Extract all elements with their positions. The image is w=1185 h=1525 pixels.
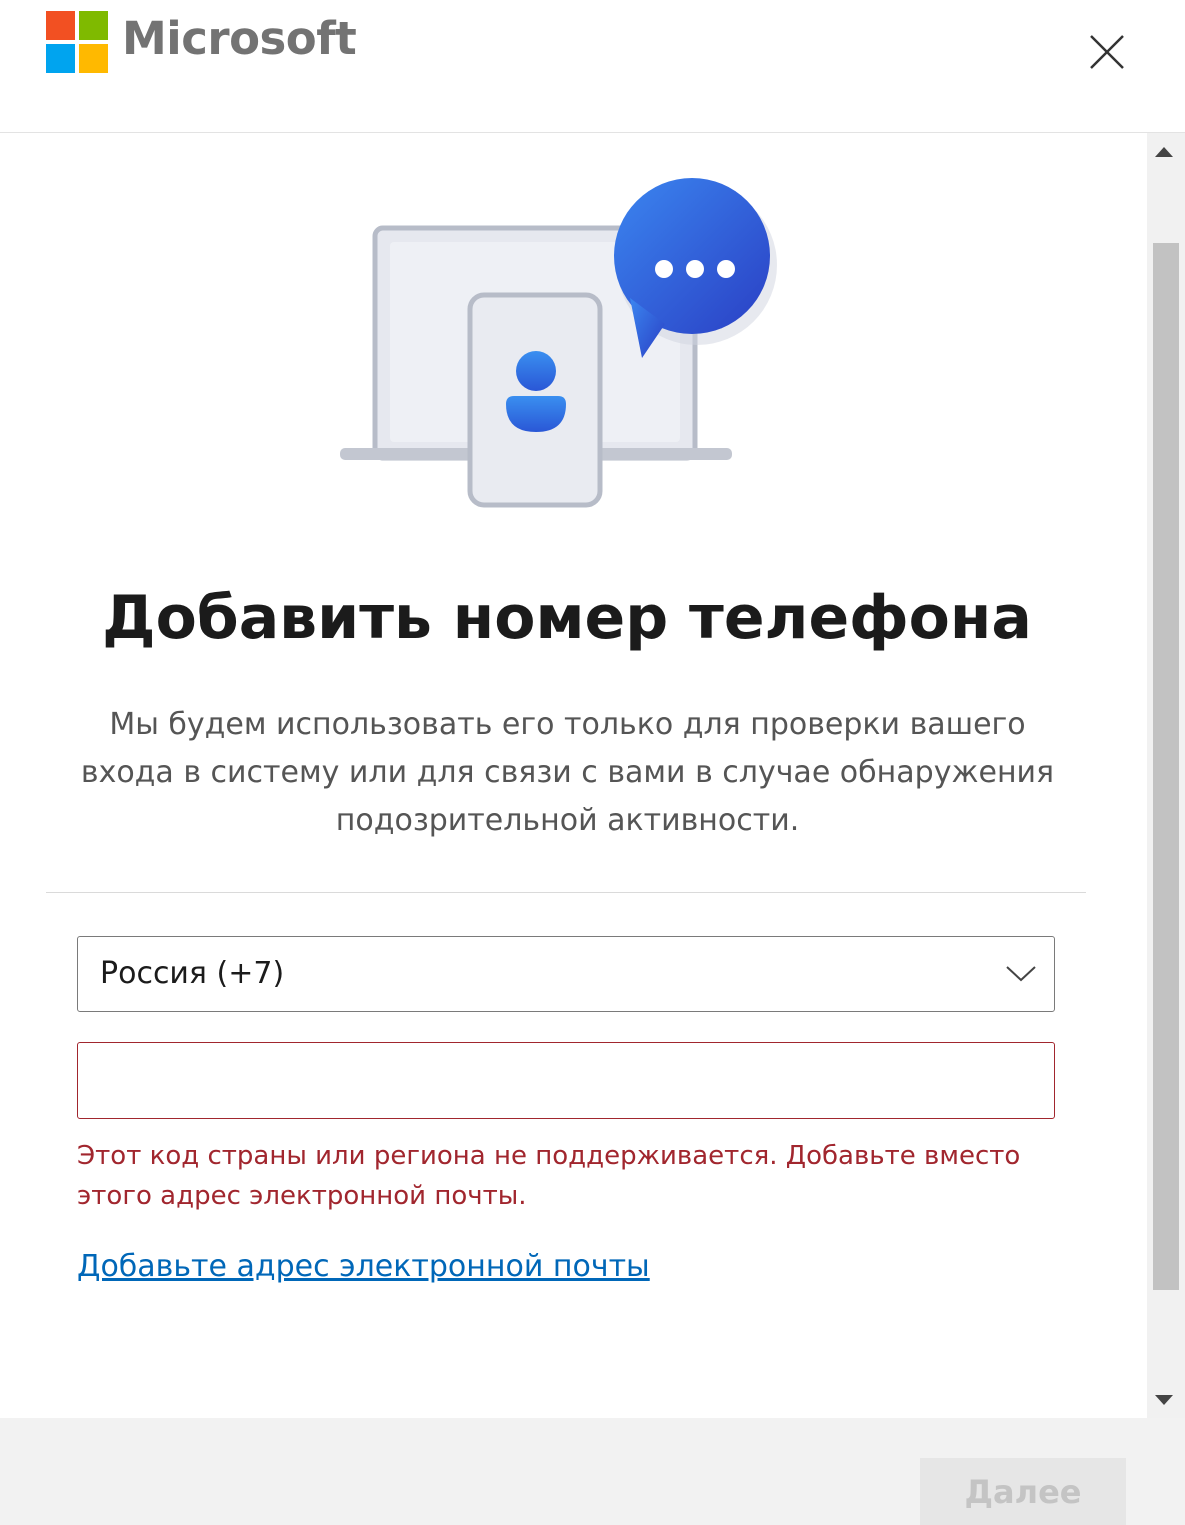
- microsoft-logo: [46, 11, 108, 73]
- divider: [46, 892, 1086, 893]
- scroll-up-arrow-icon[interactable]: [1155, 147, 1173, 157]
- scroll-down-arrow-icon[interactable]: [1155, 1395, 1173, 1405]
- page-title: Добавить номер телефона: [102, 583, 1032, 653]
- brand-name: Microsoft: [122, 12, 357, 65]
- error-message: Этот код страны или региона не поддержив…: [77, 1141, 1021, 1211]
- footer: Далее: [0, 1418, 1185, 1525]
- chevron-down-icon: [1006, 966, 1036, 982]
- page-description: Мы будем использовать его только для про…: [80, 707, 1055, 838]
- scrollbar-thumb[interactable]: [1153, 243, 1179, 1290]
- next-button[interactable]: Далее: [920, 1458, 1126, 1525]
- add-email-link[interactable]: Добавьте адрес электронной почты: [77, 1249, 650, 1284]
- scrollbar[interactable]: [1147, 133, 1185, 1418]
- country-code-select[interactable]: Россия (+7): [77, 936, 1055, 1012]
- close-icon[interactable]: [1084, 29, 1130, 75]
- scroll-content: Добавить номер телефона Мы будем использ…: [0, 133, 1146, 1418]
- phone-verification-illustration: [340, 178, 777, 508]
- country-code-value: Россия (+7): [100, 956, 285, 991]
- header: Microsoft: [0, 0, 1185, 133]
- phone-number-input[interactable]: [77, 1042, 1055, 1119]
